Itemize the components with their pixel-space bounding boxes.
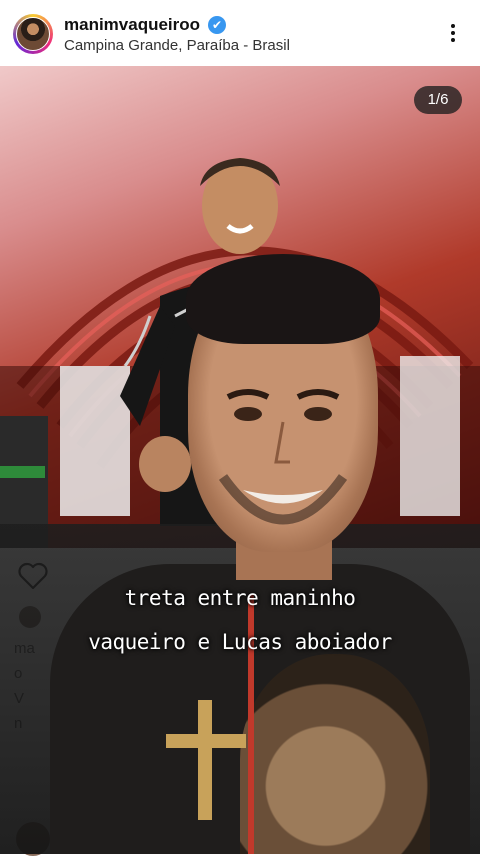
video-caption-line-2: vaqueiro e Lucas aboiador (88, 630, 392, 654)
person-hair (186, 254, 380, 344)
cross-pendant-bar (166, 734, 246, 748)
more-options-icon[interactable] (444, 24, 462, 46)
story-ring[interactable] (13, 14, 53, 54)
video-caption-line-1: treta entre maninho (124, 586, 356, 610)
location-label[interactable]: Campina Grande, Paraíba - Brasil (64, 37, 290, 54)
verified-badge-icon: ✔ (208, 16, 226, 34)
username[interactable]: manimvaqueiroo (64, 15, 200, 35)
post-header: manimvaqueiroo ✔ Campina Grande, Paraíba… (0, 0, 480, 66)
profile-avatar[interactable] (16, 17, 50, 51)
cross-pendant (198, 700, 212, 820)
carousel-counter: 1/6 (414, 86, 462, 114)
lion-print (240, 654, 430, 854)
